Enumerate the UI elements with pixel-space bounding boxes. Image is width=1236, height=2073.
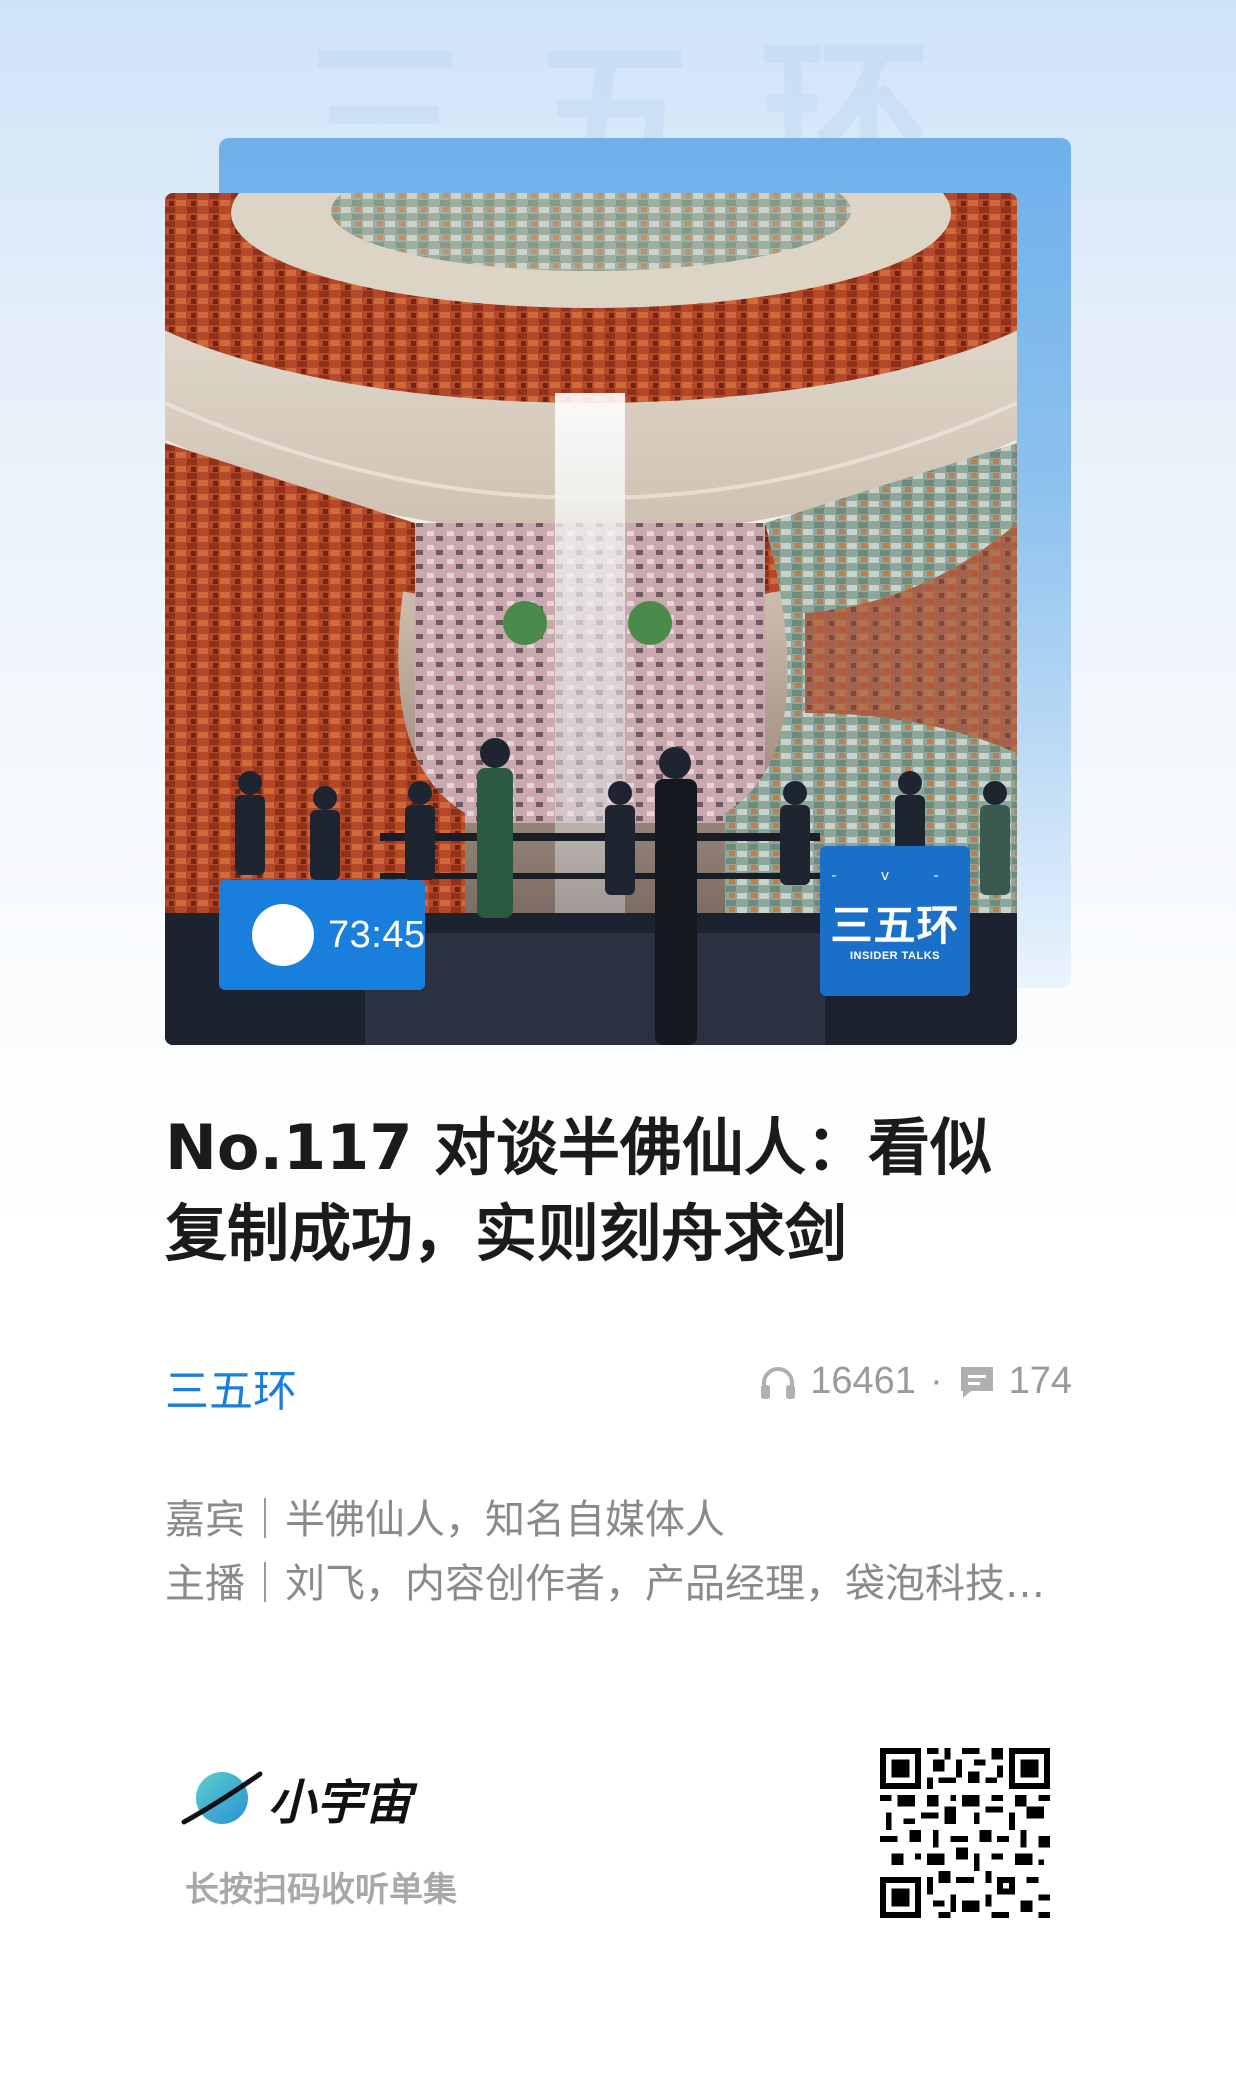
episode-description: 嘉宾｜半佛仙人，知名自媒体人 主播｜刘飞，内容创作者，产品经理，袋泡科技联合创始… [165,1488,1065,1616]
headphones-icon [761,1366,796,1399]
podcast-logo-subtitle: INSIDER TALKS [849,950,941,962]
play-button[interactable]: 73:45 [219,880,425,990]
comment-count: 174 [1008,1360,1072,1402]
host-line: 主播｜刘飞，内容创作者，产品经理，袋泡科技联合创始人 [165,1561,1065,1607]
play-count: 16461 [810,1360,916,1402]
qr-code-image [880,1748,1050,1918]
episode-title-line-2: 复制成功，实则刻舟求剑 [165,1197,848,1270]
episode-duration: 73:45 [328,913,426,956]
logo-marks: - v - [831,868,959,884]
scan-hint: 长按扫码收听单集 [185,1870,457,1910]
episode-cover: 73:45 - v - 三五环 INSIDER TALKS [165,193,1017,1045]
episode-title-line-1: No.117 对谈半佛仙人：看似 [165,1111,993,1184]
guest-line: 嘉宾｜半佛仙人，知名自媒体人 [165,1497,725,1543]
channel-link[interactable]: 三五环 [165,1355,297,1419]
play-icon [227,882,314,966]
podcast-logo-name: 三五环 [830,901,960,950]
episode-title: No.117 对谈半佛仙人：看似 复制成功，实则刻舟求剑 [165,1105,1045,1277]
brand-name: 小宇宙 [268,1775,413,1831]
brand: 小宇宙 [180,1762,412,1834]
qr-code[interactable] [880,1748,1050,1918]
podcast-logo: - v - 三五环 INSIDER TALKS [820,846,970,996]
comment-icon [960,1366,993,1398]
planet-logo-icon [181,1771,263,1825]
stats-separator: · [929,1360,943,1402]
episode-stats: 16461 · 174 [758,1360,1072,1403]
